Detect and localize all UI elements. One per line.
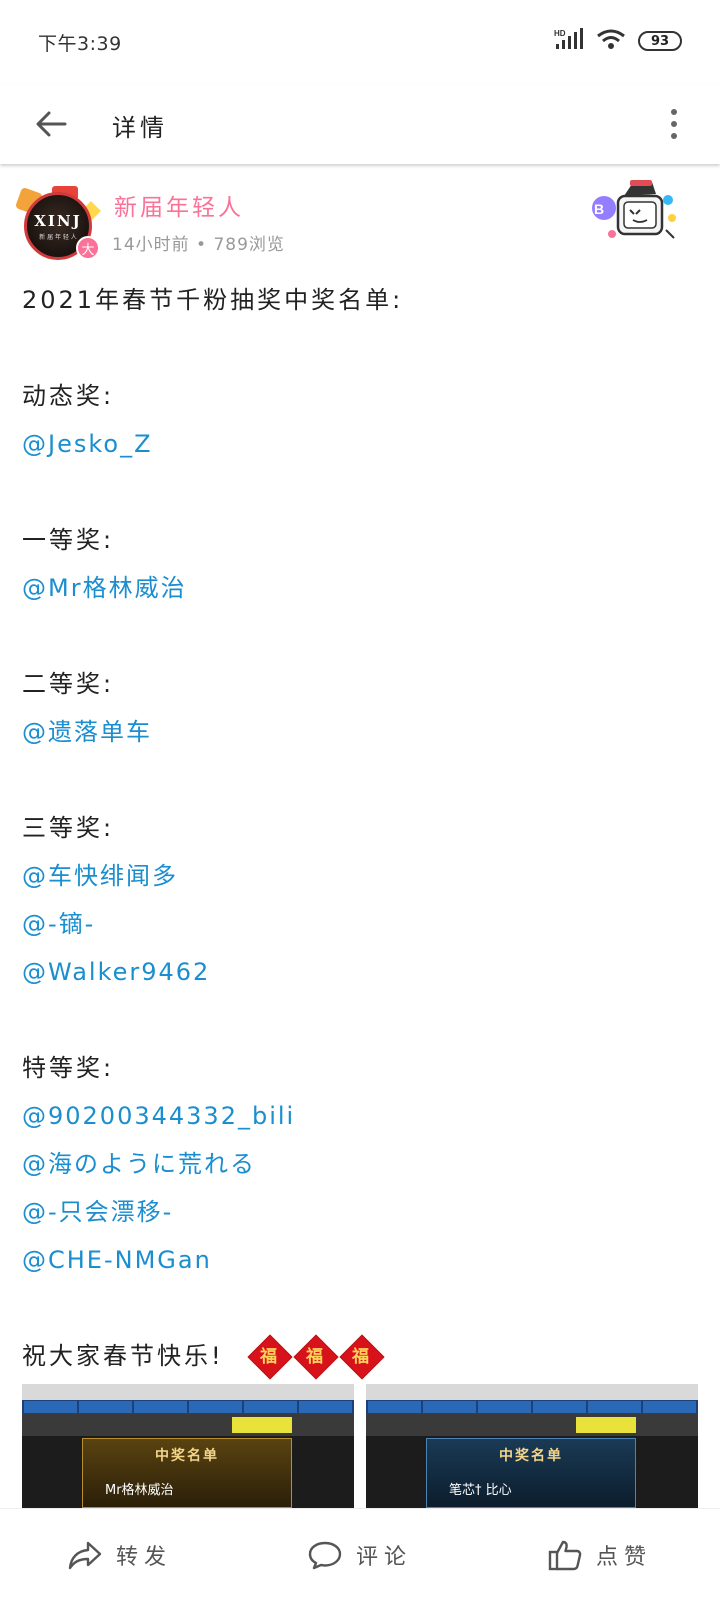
signal-icon: HD <box>554 28 584 54</box>
share-button[interactable]: 转发 <box>0 1509 240 1600</box>
comment-button[interactable]: 评论 <box>240 1509 480 1600</box>
post-content[interactable]: XINJ 新 届 年 轻 人 大 新届年轻人 14小时前 • 789浏览 B 2… <box>0 164 720 1508</box>
wifi-icon <box>596 28 626 54</box>
status-icons: HD 93 <box>554 28 682 54</box>
like-button[interactable]: 点赞 <box>480 1509 720 1600</box>
page-title: 详情 <box>112 114 168 142</box>
svg-text:B: B <box>594 201 604 217</box>
post-images: 中奖名单 Mr格林威治 中奖名单 笔芯† 比心 <box>22 1384 698 1508</box>
post-line: 2021年春节千粉抽奖中奖名单: <box>22 286 404 314</box>
thumbnail-title: 中奖名单 <box>155 1448 219 1464</box>
mention-link[interactable]: @车快绯闻多 <box>22 852 702 900</box>
post-body: 2021年春节千粉抽奖中奖名单: 动态奖: @Jesko_Z 一等奖: @Mr格… <box>22 276 702 1380</box>
share-label: 转发 <box>115 1544 172 1570</box>
status-time: 下午3:39 <box>38 32 122 55</box>
thumbnail-panel: 中奖名单 Mr格林威治 <box>82 1438 292 1508</box>
post-meta: 14小时前 • 789浏览 <box>112 235 285 255</box>
battery-icon: 93 <box>638 31 682 51</box>
fu-emoji-icon: 福 <box>295 1335 338 1379</box>
thumbnail-winner-name: 笔芯† 比心 <box>449 1483 512 1498</box>
back-button[interactable] <box>26 100 76 148</box>
mention-link[interactable]: @海のように荒れる <box>22 1140 702 1188</box>
mention-link[interactable]: @-只会漂移- <box>22 1188 702 1236</box>
mention-link[interactable]: @-镝- <box>22 900 702 948</box>
more-options-button[interactable] <box>656 102 692 146</box>
status-bar: 下午3:39 HD 93 <box>0 0 720 84</box>
more-dot <box>671 121 677 127</box>
thumbnail-panel: 中奖名单 笔芯† 比心 <box>426 1438 636 1508</box>
post-line: 二等奖: <box>22 670 115 698</box>
fu-emoji-group: 福 福 福 <box>249 1335 384 1379</box>
share-icon <box>68 1541 102 1569</box>
thumbnail-tabs <box>366 1400 698 1414</box>
post-line: 一等奖: <box>22 526 115 554</box>
thumbnail-tabs <box>22 1400 354 1414</box>
more-dot <box>671 133 677 139</box>
app-bar: 详情 <box>0 84 720 164</box>
closing-text: 祝大家春节快乐! <box>22 1342 224 1370</box>
mention-link[interactable]: @遗落单车 <box>22 708 702 756</box>
avatar-sub-text: 新 届 年 轻 人 <box>39 233 77 241</box>
mention-link[interactable]: @Jesko_Z <box>22 420 702 468</box>
post-line: 动态奖: <box>22 382 115 410</box>
more-dot <box>671 109 677 115</box>
mention-link[interactable]: @Walker9462 <box>22 948 702 996</box>
mention-link[interactable]: @CHE-NMGan <box>22 1236 702 1284</box>
post-line: 三等奖: <box>22 814 115 842</box>
avatar[interactable]: XINJ 新 届 年 轻 人 大 <box>14 186 101 266</box>
mention-link[interactable]: @Mr格林威治 <box>22 564 702 612</box>
like-label: 点赞 <box>595 1544 652 1570</box>
tv-mascot-sticker-icon: B <box>592 180 676 239</box>
post-image-thumbnail[interactable]: 中奖名单 笔芯† 比心 <box>366 1384 698 1508</box>
thumbnail-toolbar <box>22 1414 354 1436</box>
author-row: XINJ 新 届 年 轻 人 大 新届年轻人 14小时前 • 789浏览 B <box>0 164 720 264</box>
comment-icon <box>308 1541 342 1569</box>
thumbnail-menubar <box>366 1384 698 1400</box>
thumbnail-title: 中奖名单 <box>499 1448 563 1464</box>
comment-label: 评论 <box>355 1544 412 1570</box>
mention-link[interactable]: @90200344332_bili <box>22 1092 702 1140</box>
thumbs-up-icon <box>548 1540 582 1570</box>
thumbnail-menubar <box>22 1384 354 1400</box>
thumbnail-winner-name: Mr格林威治 <box>105 1483 174 1498</box>
svg-text:HD: HD <box>554 29 566 38</box>
fu-emoji-icon: 福 <box>249 1335 292 1379</box>
thumbnail-toolbar <box>366 1414 698 1436</box>
avatar-badge: 大 <box>76 236 100 260</box>
author-name[interactable]: 新届年轻人 <box>114 188 244 222</box>
bottom-action-bar: 转发 评论 点赞 <box>0 1508 720 1600</box>
post-image-thumbnail[interactable]: 中奖名单 Mr格林威治 <box>22 1384 354 1508</box>
post-line: 特等奖: <box>22 1054 115 1082</box>
post-closing-line: 祝大家春节快乐! 福 福 福 <box>22 1332 702 1380</box>
avatar-logo-text: XINJ <box>34 211 82 230</box>
fu-emoji-icon: 福 <box>341 1335 384 1379</box>
arrow-left-icon <box>36 111 67 137</box>
